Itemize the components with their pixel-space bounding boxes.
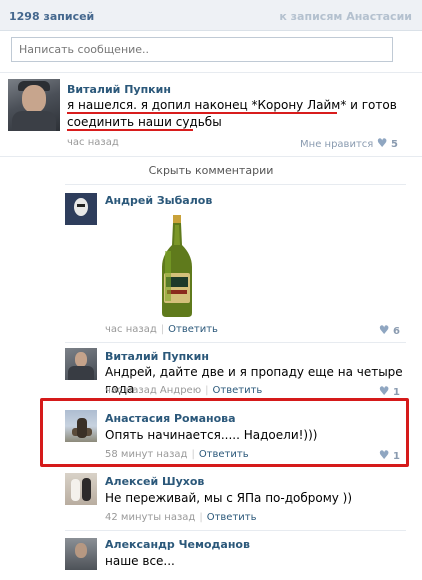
comment-text: наше все... bbox=[105, 554, 175, 568]
post-time[interactable]: час назад bbox=[67, 137, 119, 148]
divider bbox=[65, 530, 406, 531]
like-count: 1 bbox=[393, 387, 400, 398]
message-input[interactable] bbox=[12, 38, 392, 61]
highlight-frame bbox=[40, 398, 409, 467]
collapse-comments-button[interactable]: Скрыть комментарии bbox=[0, 164, 422, 177]
comment-time[interactable]: час назад Андрею bbox=[105, 385, 201, 396]
reply-button[interactable]: Ответить bbox=[168, 324, 218, 335]
like-label: Мне нравится bbox=[300, 139, 374, 150]
comment-like-button[interactable]: ♥ 1 bbox=[379, 384, 400, 398]
reply-button[interactable]: Ответить bbox=[207, 512, 257, 523]
red-underline bbox=[67, 129, 193, 131]
like-count: 5 bbox=[391, 139, 398, 150]
avatar[interactable] bbox=[65, 348, 97, 380]
heart-icon: ♥ bbox=[378, 384, 390, 398]
avatar[interactable] bbox=[65, 473, 97, 505]
comment-author[interactable]: Александр Чемоданов bbox=[105, 538, 250, 551]
heart-icon: ♥ bbox=[376, 136, 388, 150]
comment-author[interactable]: Алексей Шухов bbox=[105, 475, 204, 488]
comment-meta: 42 минуты назад | Ответить bbox=[105, 512, 257, 523]
avatar[interactable] bbox=[65, 538, 97, 570]
reply-button[interactable]: Ответить bbox=[213, 385, 263, 396]
divider bbox=[0, 156, 422, 157]
post-like-button[interactable]: Мне нравится ♥ 5 bbox=[300, 136, 398, 150]
comment-like-button[interactable]: ♥ 6 bbox=[379, 323, 400, 337]
like-count: 6 bbox=[393, 326, 400, 337]
divider bbox=[0, 72, 422, 73]
comment-author[interactable]: Андрей Зыбалов bbox=[105, 194, 212, 207]
back-to-wall-link[interactable]: к записям Анастасии bbox=[279, 10, 412, 23]
message-composer[interactable] bbox=[11, 37, 393, 62]
heart-icon: ♥ bbox=[378, 323, 390, 337]
posts-count: 1298 записей bbox=[9, 10, 95, 23]
beer-bottle-image bbox=[162, 215, 192, 317]
avatar[interactable] bbox=[8, 79, 60, 131]
wall-header: 1298 записей к записям Анастасии bbox=[0, 0, 422, 31]
post-author[interactable]: Виталий Пупкин bbox=[67, 83, 171, 96]
divider bbox=[65, 342, 406, 343]
comment-time[interactable]: час назад bbox=[105, 324, 157, 335]
comment-meta: час назад | Ответить bbox=[105, 324, 218, 335]
comment-time[interactable]: 42 минуты назад bbox=[105, 512, 195, 523]
comment-meta: час назад Андрею | Ответить bbox=[105, 385, 263, 396]
comment-text: Не переживай, мы с ЯПа по-доброму )) bbox=[105, 491, 353, 505]
avatar[interactable] bbox=[65, 193, 97, 225]
red-underline bbox=[67, 112, 337, 114]
divider bbox=[65, 184, 406, 185]
comment-author[interactable]: Виталий Пупкин bbox=[105, 350, 209, 363]
